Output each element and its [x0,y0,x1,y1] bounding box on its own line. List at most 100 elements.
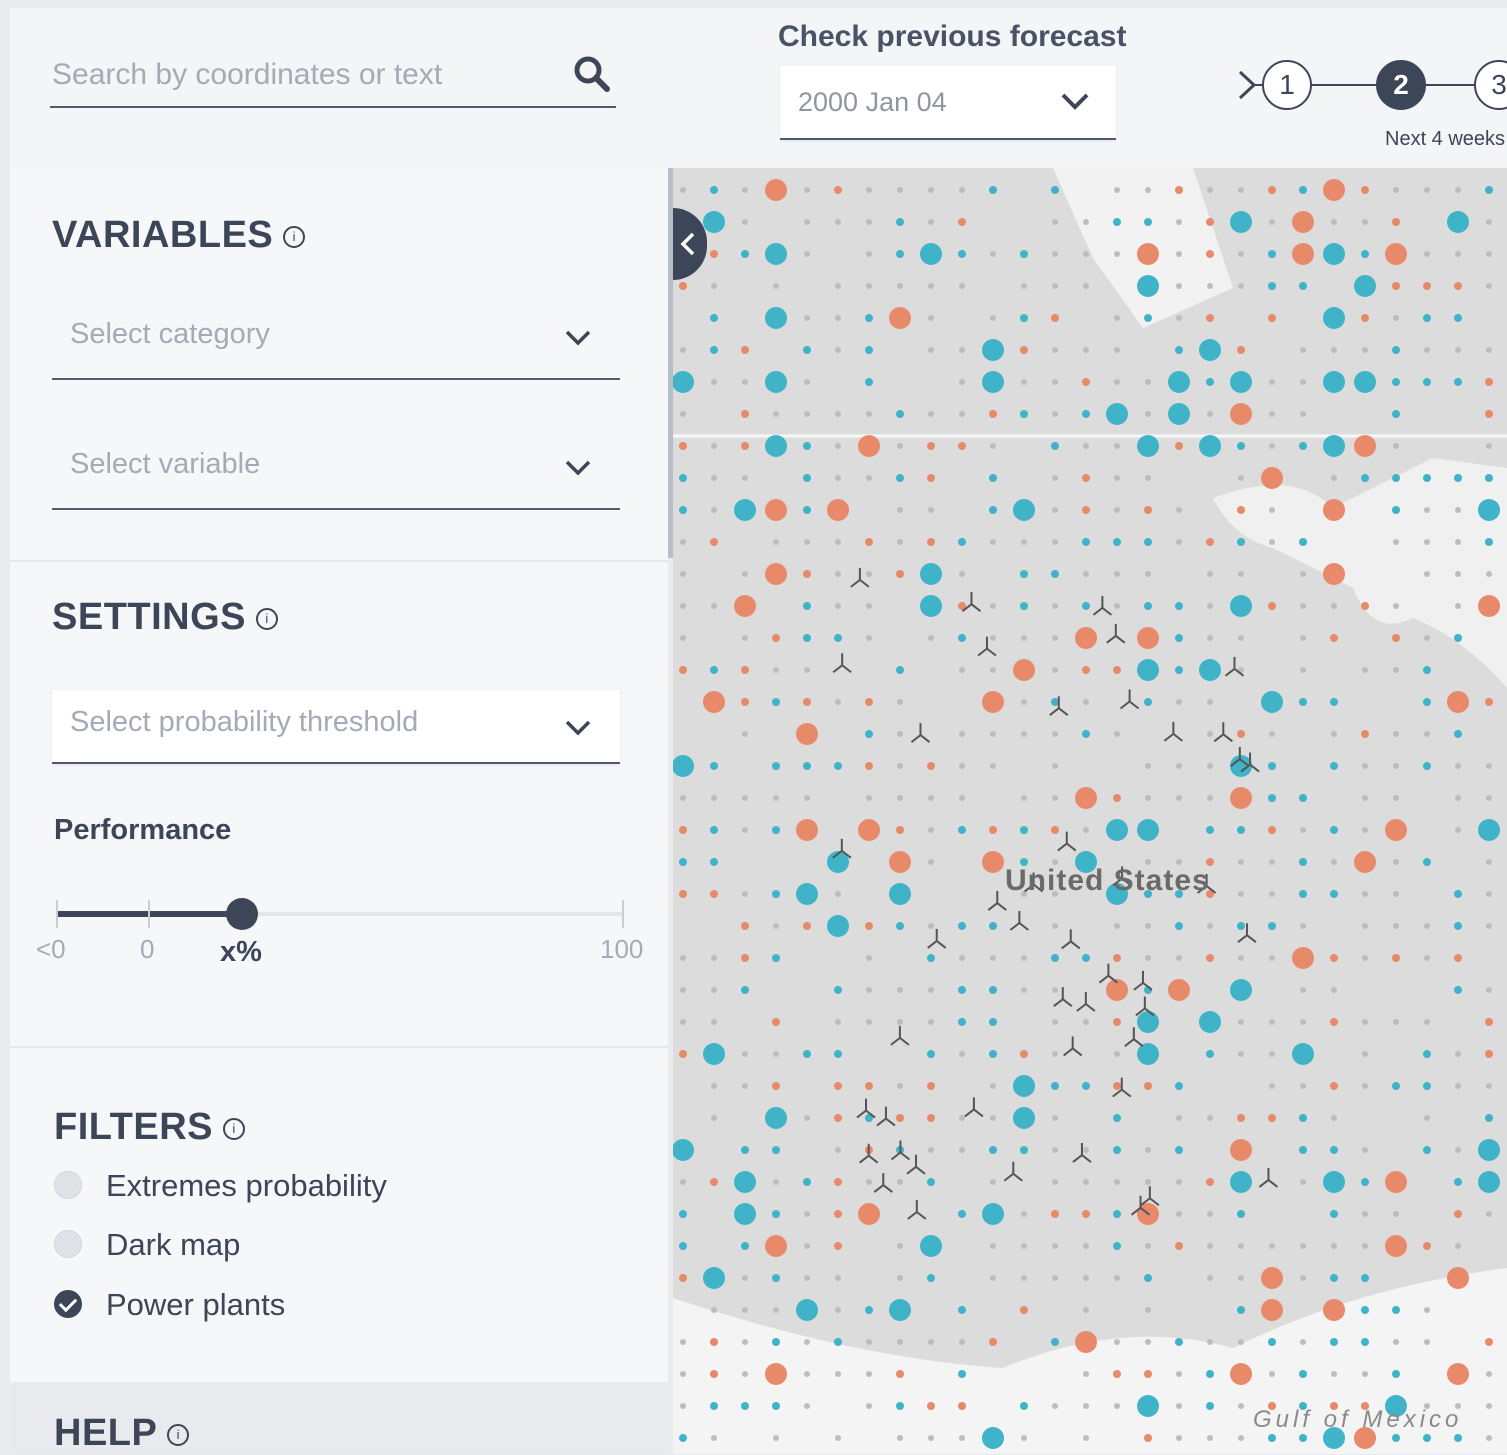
forecast-dot [1083,1403,1089,1409]
settings-section-title: SETTINGS i [52,596,279,639]
power-plant-icon[interactable] [850,567,870,588]
power-plant-icon[interactable] [1213,722,1233,743]
power-plant-icon[interactable] [1106,623,1126,644]
forecast-dot [1021,1211,1027,1217]
forecast-dot [703,1043,725,1065]
forecast-dot [1207,411,1213,417]
forecast-date-select[interactable]: 2000 Jan 04 [780,66,1116,140]
info-icon[interactable]: i [223,1117,246,1140]
power-plant-icon[interactable] [1098,963,1119,984]
power-plant-icon[interactable] [890,1140,911,1161]
help-section[interactable]: HELP i [10,1382,668,1454]
power-plant-icon[interactable] [1224,656,1245,677]
power-plant-icon[interactable] [987,891,1007,911]
power-plant-icon[interactable] [1063,1036,1083,1057]
power-plant-icon[interactable] [890,1025,910,1046]
power-plant-icon[interactable] [1092,595,1112,616]
forecast-dot [1323,563,1345,585]
power-plant-icon[interactable] [927,928,947,949]
forecast-dot [1261,1299,1283,1321]
forecast-dot [742,1339,748,1345]
forecast-dot [1237,538,1245,546]
performance-slider[interactable]: <0 0 x% 100 [36,898,643,978]
forecast-dot [1269,891,1275,897]
power-plant-icon[interactable] [1133,970,1153,991]
forecast-dot [1268,922,1276,930]
forecast-dot [1393,859,1399,865]
forecast-dot [710,890,718,898]
power-plant-icon[interactable] [1258,1167,1279,1188]
forecast-dot [927,1274,935,1282]
forecast-dot [897,1339,903,1345]
radio-button[interactable] [54,1171,82,1199]
forecast-dot [1238,955,1244,961]
power-plant-icon[interactable] [832,653,852,674]
power-plant-icon[interactable] [873,1173,893,1193]
power-plant-icon[interactable] [856,1098,876,1119]
step-3[interactable]: 3 [1474,60,1507,110]
forecast-dot [896,410,904,418]
probability-threshold-select[interactable]: Select probability threshold [52,690,620,764]
forecast-dot [1020,570,1028,578]
info-icon[interactable]: i [256,607,279,630]
power-plant-icon[interactable] [859,1143,879,1164]
power-plant-icon[interactable] [1009,910,1029,931]
power-plant-icon[interactable] [1076,991,1096,1012]
checked-radio-icon[interactable] [54,1290,82,1318]
map-canvas[interactable] [673,168,1507,1454]
forecast-dot [1075,787,1097,809]
search-field[interactable]: Search by coordinates or text [50,48,616,108]
forecast-dot [1020,250,1028,258]
forecast-map[interactable]: United States Gulf of Mexico [673,168,1507,1454]
category-select[interactable]: Select category [52,292,620,380]
step-1[interactable]: 1 [1262,60,1312,110]
forecast-dot [958,826,966,834]
step-2[interactable]: 2 [1376,60,1426,110]
forecast-dot [1323,371,1345,393]
slider-thumb[interactable] [226,898,258,930]
forecast-dot [804,187,810,193]
forecast-dot [1268,1434,1276,1442]
forecast-dot [865,698,873,706]
power-plant-icon[interactable] [1003,1161,1023,1182]
radio-button[interactable] [54,1230,82,1258]
power-plant-icon[interactable] [1163,721,1183,742]
power-plant-icon[interactable] [1057,831,1077,852]
forecast-dot [928,1019,934,1025]
info-icon[interactable]: i [283,225,306,248]
forecast-dot [1261,691,1283,713]
power-plant-icon[interactable] [961,592,982,612]
forecast-dot [1238,1051,1244,1057]
power-plant-icon[interactable] [906,1154,926,1175]
forecast-dot [928,1339,934,1345]
forecast-dot [897,1083,903,1089]
forecast-dot [1485,410,1493,418]
search-icon[interactable] [572,54,612,94]
forecast-dot [1393,923,1399,929]
forecast-dot [1393,539,1399,545]
forecast-dot [1021,1243,1027,1249]
forecast-dot [1269,1051,1275,1057]
forecast-dot [1237,730,1245,738]
forecast-dot [959,571,965,577]
forecast-dot [1423,378,1431,386]
forecast-dot [1145,475,1151,481]
forecast-dot [1361,602,1369,610]
variable-select[interactable]: Select variable [52,422,620,510]
search-input[interactable]: Search by coordinates or text [52,58,442,92]
power-plant-icon[interactable] [1061,929,1081,950]
power-plant-icon[interactable] [876,1106,896,1127]
power-plant-icon[interactable] [1140,1186,1160,1207]
forecast-dot [1392,506,1400,514]
power-plant-icon[interactable] [1124,1027,1144,1047]
forecast-dot [1454,922,1462,930]
power-plant-icon[interactable] [910,723,931,743]
power-plant-icon[interactable] [1119,689,1140,710]
power-plant-icon[interactable] [1072,1143,1092,1163]
info-icon[interactable]: i [167,1423,190,1446]
forecast-dot [1330,1338,1338,1346]
forecast-dot [1114,731,1120,737]
section-divider [10,1046,668,1048]
power-plant-icon[interactable] [964,1097,984,1118]
power-plant-icon[interactable] [907,1200,927,1220]
